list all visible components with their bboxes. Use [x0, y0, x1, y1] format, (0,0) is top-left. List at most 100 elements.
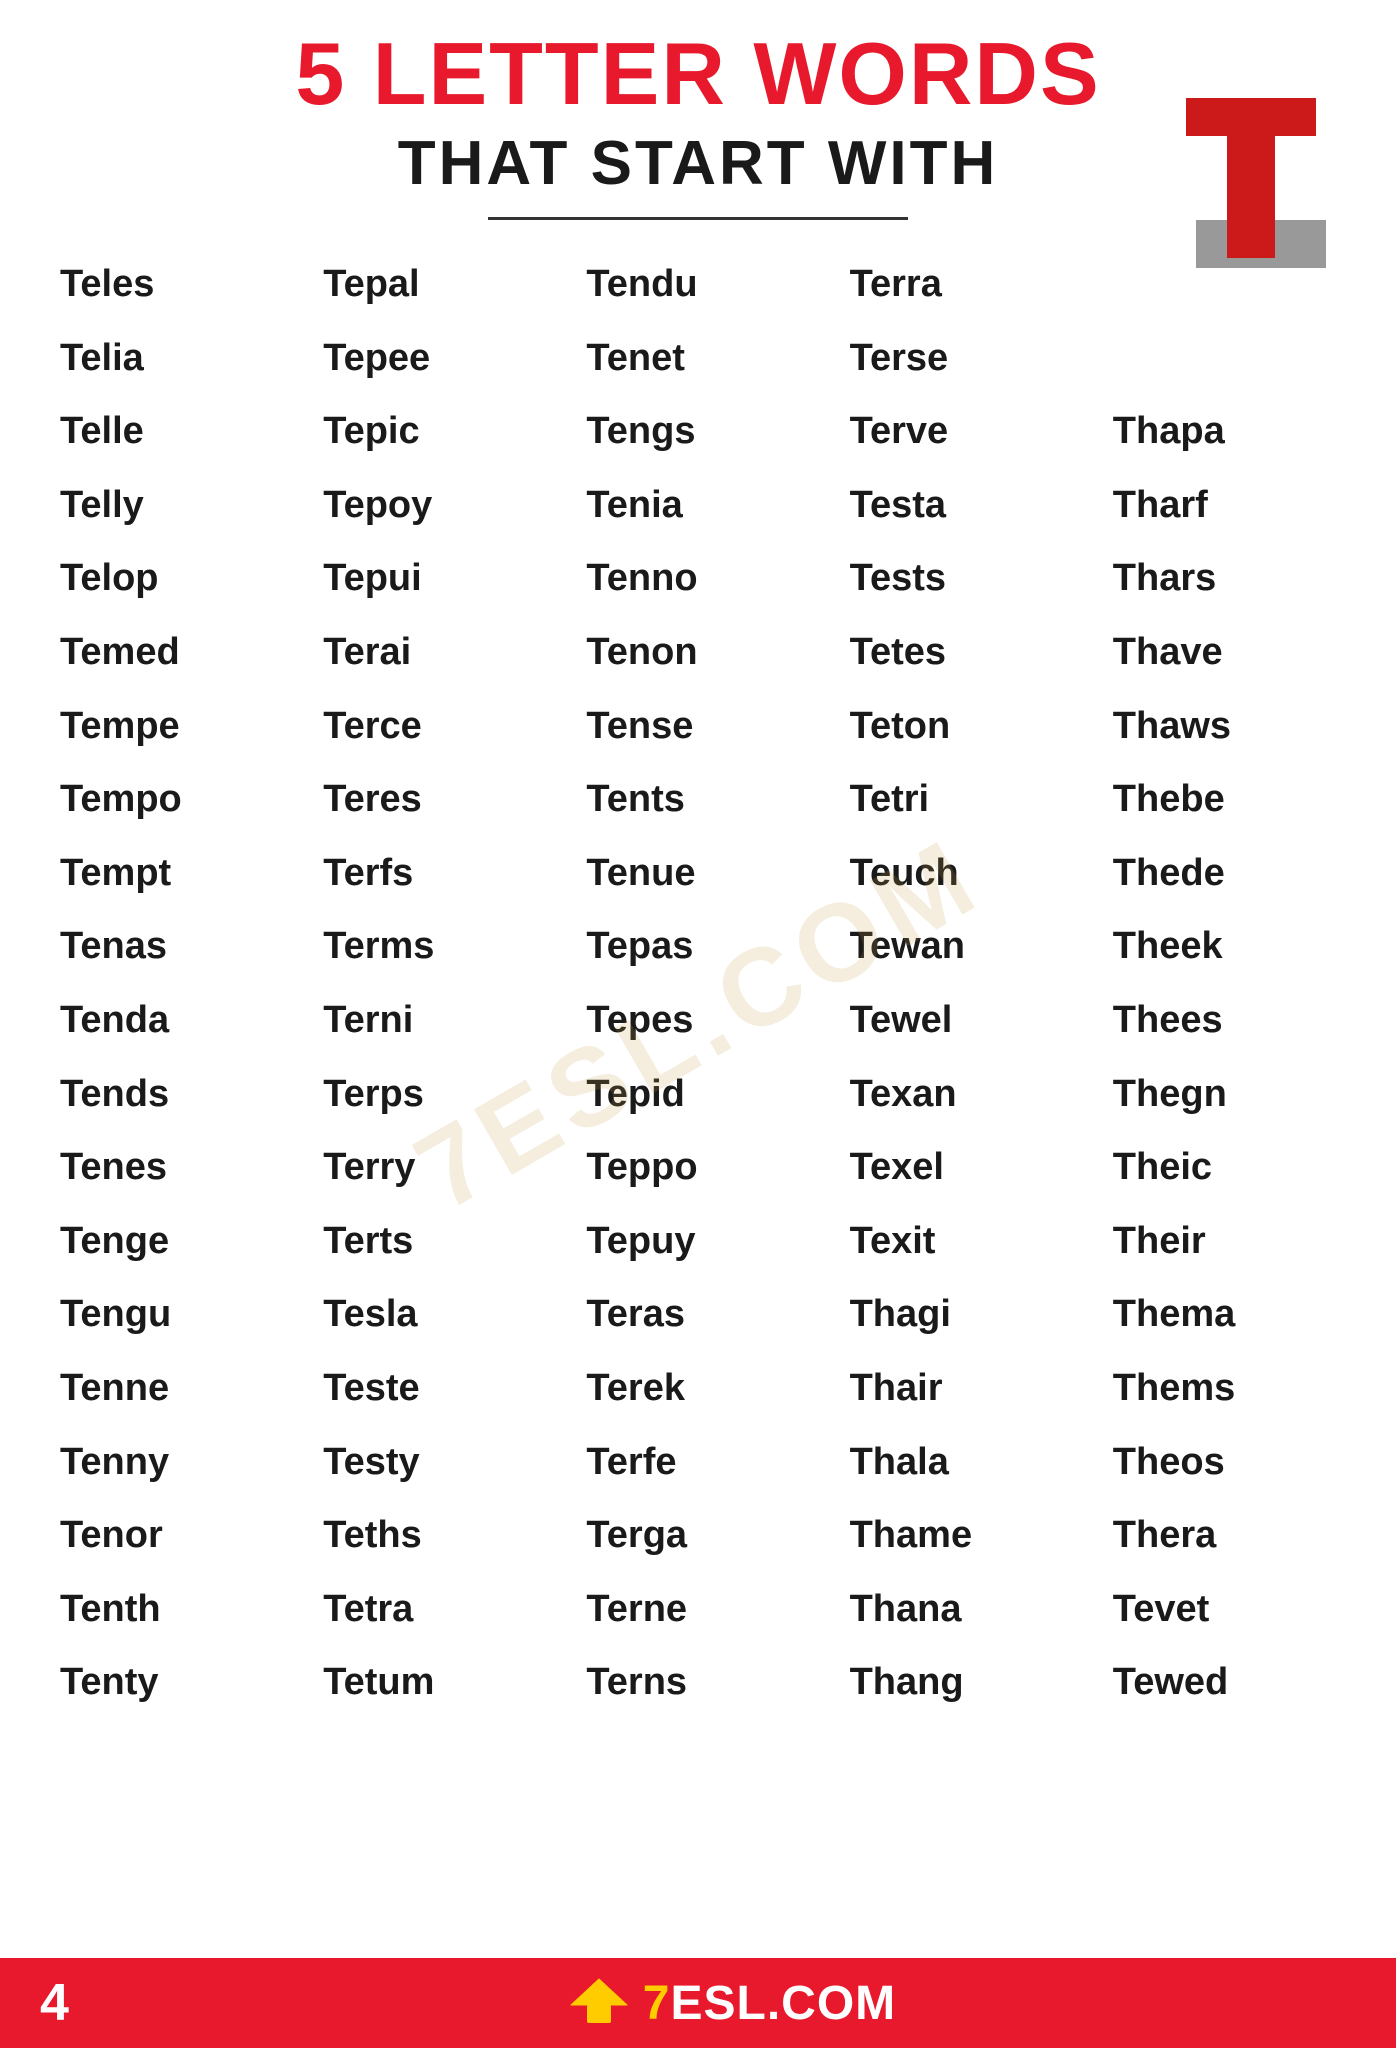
- word-cell: Terni: [303, 984, 566, 1058]
- word-cell: Tempo: [40, 763, 303, 837]
- word-cell: Thapa: [1093, 395, 1356, 469]
- subtitle-row: THAT START WITH: [40, 128, 1356, 199]
- word-cell: Tepes: [566, 984, 829, 1058]
- page-footer: 4 7ESL.COM: [0, 1958, 1396, 2048]
- word-cell: Tengs: [566, 395, 829, 469]
- word-cell: Terek: [566, 1352, 829, 1426]
- word-cell: Tewel: [830, 984, 1093, 1058]
- footer-logo: 7ESL.COM: [569, 1976, 896, 2031]
- word-cell: Tepui: [303, 542, 566, 616]
- word-cell: Thana: [830, 1573, 1093, 1647]
- word-cell: Teles: [40, 248, 303, 322]
- word-cell: Telly: [40, 469, 303, 543]
- word-cell: Thave: [1093, 616, 1356, 690]
- word-cell: Terse: [830, 322, 1093, 396]
- word-cell: Terfe: [566, 1426, 829, 1500]
- word-cell: Tenny: [40, 1426, 303, 1500]
- word-cell: Tenor: [40, 1499, 303, 1573]
- page-header: 5 LETTER WORDS THAT START WITH: [0, 0, 1396, 220]
- word-cell: Thede: [1093, 837, 1356, 911]
- word-cell: Terne: [566, 1573, 829, 1647]
- word-cell: Thagi: [830, 1278, 1093, 1352]
- word-cell: Terga: [566, 1499, 829, 1573]
- word-cell: Terra: [830, 248, 1093, 322]
- main-title: 5 LETTER WORDS: [40, 30, 1356, 118]
- word-cell: Terns: [566, 1646, 829, 1720]
- word-cell: Thera: [1093, 1499, 1356, 1573]
- word-cell: [1093, 248, 1356, 322]
- word-cell: Tewed: [1093, 1646, 1356, 1720]
- word-cell: Tenty: [40, 1646, 303, 1720]
- word-cell: Tetri: [830, 763, 1093, 837]
- word-cell: Tenth: [40, 1573, 303, 1647]
- logo-hat-icon: [569, 1977, 629, 2029]
- word-cell: Tepoy: [303, 469, 566, 543]
- word-cell: Tenas: [40, 910, 303, 984]
- word-cell: Terve: [830, 395, 1093, 469]
- word-cell: Texel: [830, 1131, 1093, 1205]
- word-cell: Thema: [1093, 1278, 1356, 1352]
- word-cell: Thala: [830, 1426, 1093, 1500]
- word-cell: Tends: [40, 1058, 303, 1132]
- word-cell: [1093, 322, 1356, 396]
- word-cell: Tewan: [830, 910, 1093, 984]
- word-cell: Teuch: [830, 837, 1093, 911]
- word-cell: Tepuy: [566, 1205, 829, 1279]
- word-cell: Tengu: [40, 1278, 303, 1352]
- logo-seven: 7: [643, 1977, 671, 2030]
- word-cell: Teres: [303, 763, 566, 837]
- word-cell: Tempt: [40, 837, 303, 911]
- word-cell: Terps: [303, 1058, 566, 1132]
- word-cell: Thame: [830, 1499, 1093, 1573]
- divider: [488, 217, 908, 220]
- word-cell: Tenes: [40, 1131, 303, 1205]
- words-grid: TelesTepalTenduTerraTeliaTepeeTenetTerse…: [40, 248, 1356, 1720]
- word-cell: Terai: [303, 616, 566, 690]
- big-letter-t: [1186, 98, 1316, 258]
- word-cell: Tesla: [303, 1278, 566, 1352]
- word-cell: Terms: [303, 910, 566, 984]
- subtitle-text: THAT START WITH: [398, 128, 999, 199]
- word-cell: Telle: [40, 395, 303, 469]
- word-cell: Tenia: [566, 469, 829, 543]
- word-cell: Terfs: [303, 837, 566, 911]
- word-cell: Tepas: [566, 910, 829, 984]
- word-cell: Thaws: [1093, 690, 1356, 764]
- word-cell: Thegn: [1093, 1058, 1356, 1132]
- word-cell: Teton: [830, 690, 1093, 764]
- word-cell: Tenge: [40, 1205, 303, 1279]
- word-cell: Tendu: [566, 248, 829, 322]
- word-cell: Tests: [830, 542, 1093, 616]
- word-cell: Tenda: [40, 984, 303, 1058]
- word-cell: Tharf: [1093, 469, 1356, 543]
- word-cell: Teras: [566, 1278, 829, 1352]
- word-cell: Tetum: [303, 1646, 566, 1720]
- word-cell: Tetra: [303, 1573, 566, 1647]
- word-cell: Tetes: [830, 616, 1093, 690]
- word-cell: Testa: [830, 469, 1093, 543]
- word-cell: Thems: [1093, 1352, 1356, 1426]
- word-cell: Tempe: [40, 690, 303, 764]
- word-cell: Tenue: [566, 837, 829, 911]
- word-cell: Tepid: [566, 1058, 829, 1132]
- logo-esl: ESL.COM: [670, 1977, 896, 2030]
- word-cell: Theos: [1093, 1426, 1356, 1500]
- word-cell: Tenno: [566, 542, 829, 616]
- word-cell: Teste: [303, 1352, 566, 1426]
- word-cell: Telop: [40, 542, 303, 616]
- word-cell: Tense: [566, 690, 829, 764]
- word-cell: Temed: [40, 616, 303, 690]
- word-cell: Thang: [830, 1646, 1093, 1720]
- word-cell: Terce: [303, 690, 566, 764]
- word-cell: Teths: [303, 1499, 566, 1573]
- word-cell: Teppo: [566, 1131, 829, 1205]
- word-cell: Tepee: [303, 322, 566, 396]
- word-cell: Thebe: [1093, 763, 1356, 837]
- word-cell: Theic: [1093, 1131, 1356, 1205]
- word-cell: Tepal: [303, 248, 566, 322]
- word-cell: Tenon: [566, 616, 829, 690]
- page-number: 4: [40, 1973, 69, 2033]
- logo-text: 7ESL.COM: [643, 1976, 896, 2031]
- word-cell: Testy: [303, 1426, 566, 1500]
- word-cell: Telia: [40, 322, 303, 396]
